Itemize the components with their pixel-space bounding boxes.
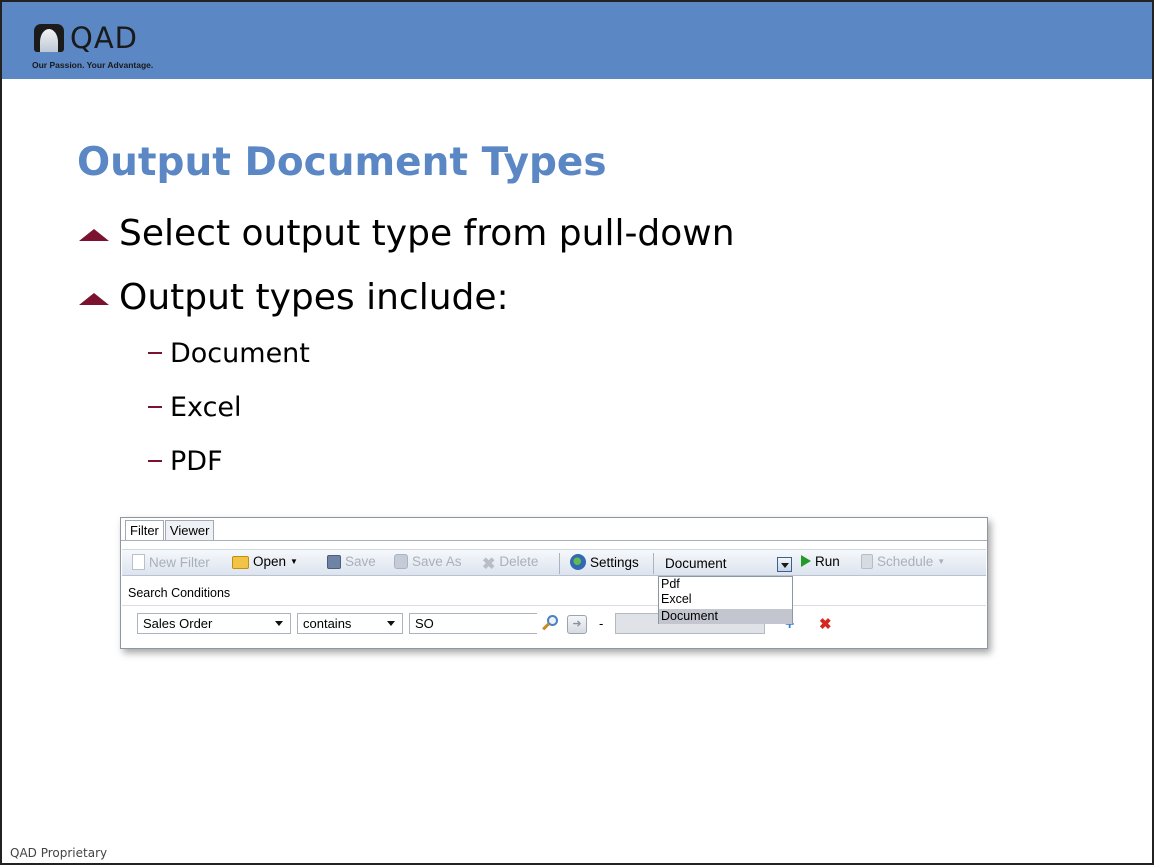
bullet-text: Select output type from pull-down [119,213,735,254]
footer-text: QAD Proprietary [10,846,108,860]
condition-value-text: SO [415,616,434,631]
clear-value-button[interactable]: ➜ [567,615,587,634]
condition-operator-select[interactable]: contains [297,613,403,634]
dash-bullet-icon [148,352,162,354]
new-filter-label: New Filter [149,555,210,570]
schedule-label: Schedule [877,554,934,569]
save-label: Save [345,554,376,569]
triangle-bullet-icon [79,293,109,305]
search-icon[interactable] [541,614,561,634]
output-type-value: Document [665,556,727,571]
slide-title: Output Document Types [77,140,607,185]
sub-bullet-text: Document [170,338,310,369]
schedule-button[interactable]: Schedule ▼ [861,554,945,574]
schedule-icon [861,554,873,569]
logo-name: QAD [70,21,138,55]
toolbar-separator [653,553,654,574]
tab-filter[interactable]: Filter [125,520,164,540]
open-folder-icon [232,556,249,569]
tab-bar: Filter Viewer [125,520,215,540]
qad-logo: QAD Our Passion. Your Advantage. [20,21,200,74]
condition-field-select[interactable]: Sales Order [137,613,291,634]
search-handle [542,622,550,631]
report-filter-screenshot: Filter Viewer New Filter Open ▼ Save Save… [120,517,988,649]
tab-viewer[interactable]: Viewer [164,520,215,540]
condition-field-value: Sales Order [143,616,213,631]
run-play-icon [801,555,811,567]
section-divider [122,605,986,606]
condition-operator-value: contains [303,616,352,631]
qad-logo-icon [34,24,64,52]
sub-bullet-text: PDF [170,446,223,477]
settings-label: Settings [590,555,639,570]
dash-bullet-icon [148,406,162,408]
tab-divider [121,540,987,541]
new-document-icon [132,554,145,570]
output-type-dropdown-button[interactable] [777,557,792,572]
header-band: QAD Our Passion. Your Advantage. [2,2,1152,79]
delete-label: Delete [499,554,539,569]
chevron-down-icon: ▼ [290,557,298,566]
option-document[interactable]: Document [659,609,792,624]
option-excel[interactable]: Excel [659,592,792,607]
save-as-button[interactable]: Save As [394,554,462,574]
save-as-icon [394,554,408,569]
settings-button[interactable]: Settings [570,554,639,574]
delete-icon: ✖ [482,556,496,573]
toolbar-separator [559,553,560,574]
dash-bullet-icon [148,460,162,462]
output-type-dropdown-list: Pdf Excel Document [658,576,793,624]
option-pdf[interactable]: Pdf [659,577,792,592]
run-button[interactable]: Run [801,554,840,574]
logo-tagline: Our Passion. Your Advantage. [32,60,154,70]
chevron-down-icon [275,621,283,626]
open-button[interactable]: Open ▼ [232,554,298,574]
toolbar: New Filter Open ▼ Save Save As ✖ Delete Se… [122,549,986,576]
range-separator: - [599,616,604,631]
chevron-down-icon [387,621,395,626]
new-filter-button[interactable]: New Filter [132,554,210,574]
triangle-bullet-icon [79,229,109,241]
condition-value-input[interactable]: SO [409,613,537,634]
save-disk-icon [327,555,341,569]
chevron-down-icon: ▼ [937,557,946,566]
search-conditions-label: Search Conditions [128,586,231,600]
save-as-label: Save As [412,554,462,569]
save-button[interactable]: Save [327,554,376,574]
slide: QAD Our Passion. Your Advantage. Output … [0,0,1154,865]
open-label: Open [253,554,287,569]
sub-bullet-text: Excel [170,392,242,423]
bullet-text: Output types include: [119,277,509,318]
delete-button[interactable]: ✖ Delete [482,554,538,574]
run-label: Run [815,554,840,569]
settings-gear-icon [570,554,586,570]
output-type-select[interactable]: Document [655,553,795,574]
remove-icon[interactable]: ✖ [819,617,832,632]
